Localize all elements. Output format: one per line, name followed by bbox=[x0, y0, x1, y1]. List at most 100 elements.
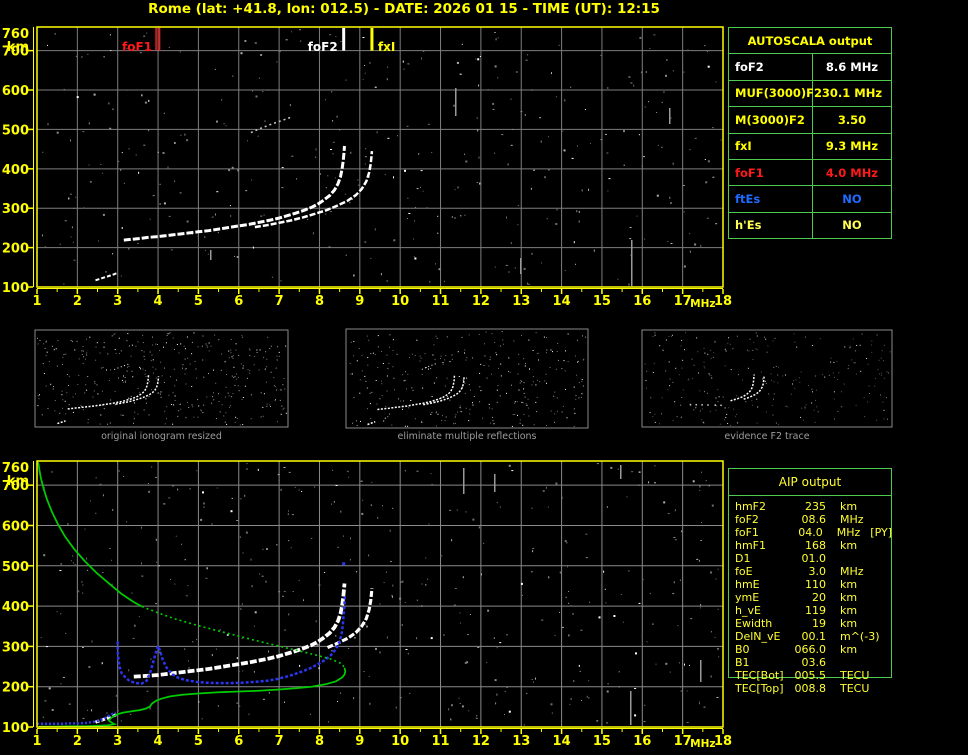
aip-param-name: B1 bbox=[735, 656, 750, 669]
aip-param-name: hmE bbox=[735, 578, 760, 591]
autoscala-param-value: 8.6 MHz bbox=[825, 60, 879, 75]
autoscala-param-label: foF1 bbox=[729, 159, 813, 186]
svg-text:10: 10 bbox=[391, 734, 409, 749]
page-title: Rome (lat: +41.8, lon: 012.5) - DATE: 20… bbox=[148, 1, 660, 17]
thumbnail-caption-original: original ionogram resized bbox=[101, 431, 222, 442]
autoscala-row-ftes: ftEs NO bbox=[729, 186, 891, 213]
thumbnail-original-ionogram bbox=[34, 329, 289, 428]
svg-text:9: 9 bbox=[355, 734, 364, 749]
aip-row-yme: ymE 20 km bbox=[728, 591, 892, 604]
svg-text:12: 12 bbox=[472, 294, 490, 309]
svg-text:100: 100 bbox=[2, 721, 29, 736]
aip-table-rows: hmF2 235 km foF2 08.6 MHz foF1 04.0 MHz [PY] hmF1 1… bbox=[728, 500, 892, 695]
svg-text:6: 6 bbox=[234, 294, 243, 309]
svg-text:300: 300 bbox=[2, 640, 29, 655]
autoscala-param-value: 30.1 MHz bbox=[821, 86, 883, 101]
autoscala-param-label: h'Es bbox=[729, 212, 813, 238]
svg-text:300: 300 bbox=[2, 202, 29, 217]
svg-text:500: 500 bbox=[2, 560, 29, 575]
svg-text:13: 13 bbox=[512, 734, 530, 749]
aip-param-name: B0 bbox=[735, 643, 750, 656]
svg-text:600: 600 bbox=[2, 519, 29, 534]
svg-text:1: 1 bbox=[32, 734, 41, 749]
autoscala-param-value: NO bbox=[842, 218, 862, 233]
svg-text:2: 2 bbox=[73, 294, 82, 309]
autoscala-row-fxi: fxI 9.3 MHz bbox=[729, 133, 891, 160]
svg-text:8: 8 bbox=[315, 294, 324, 309]
autoscala-param-label: M(3000)F2 bbox=[729, 107, 813, 133]
autoscala-output-table: AUTOSCALA output foF2 8.6 MHz MUF(3000)F2 3… bbox=[728, 27, 892, 239]
aip-param-name: foF2 bbox=[735, 513, 759, 526]
aip-param-extra: [PY] bbox=[870, 526, 892, 539]
aip-row-foe: foE 3.0 MHz bbox=[728, 565, 892, 578]
aip-param-name: DelN_vE bbox=[735, 630, 781, 643]
autoscala-param-value: 3.50 bbox=[837, 112, 867, 127]
svg-text:400: 400 bbox=[2, 600, 29, 615]
aip-param-unit: km bbox=[840, 604, 858, 617]
aip-param-value: 005.5 bbox=[794, 669, 827, 682]
aip-param-value: 3.0 bbox=[808, 565, 827, 578]
thumbnail-eliminate-multiples bbox=[345, 328, 589, 429]
autoscala-row-hes: h'Es NO bbox=[729, 212, 891, 238]
aip-param-name: Ewidth bbox=[735, 617, 773, 630]
svg-text:4: 4 bbox=[154, 734, 163, 749]
svg-text:2: 2 bbox=[73, 734, 82, 749]
aip-param-value: 119 bbox=[805, 604, 826, 617]
aip-param-name: h_vE bbox=[735, 604, 761, 617]
aip-param-value: 03.6 bbox=[801, 656, 827, 669]
autoscala-screen: { "header": { "title": "Rome (lat: +41.8… bbox=[0, 0, 968, 755]
aip-row-d1: D1 01.0 bbox=[728, 552, 892, 565]
aip-row-hme: hmE 110 km bbox=[728, 578, 892, 591]
aip-param-name: foF1 bbox=[735, 526, 759, 539]
svg-text:5: 5 bbox=[194, 734, 203, 749]
aip-param-unit: MHz bbox=[840, 565, 864, 578]
svg-text:500: 500 bbox=[2, 123, 29, 138]
svg-text:6: 6 bbox=[234, 734, 243, 749]
svg-text:700: 700 bbox=[2, 479, 29, 494]
aip-row-hve: h_vE 119 km bbox=[728, 604, 892, 617]
aip-param-unit: km bbox=[840, 591, 858, 604]
aip-param-value: 20 bbox=[812, 591, 826, 604]
aip-param-unit: m^(-3) bbox=[840, 630, 880, 643]
aip-param-unit: km bbox=[840, 617, 858, 630]
aip-param-unit: TECU bbox=[840, 669, 870, 682]
svg-text:14: 14 bbox=[553, 734, 571, 749]
autoscala-table-title: AUTOSCALA output bbox=[729, 28, 891, 55]
svg-text:14: 14 bbox=[553, 294, 571, 309]
aip-param-name: TEC[Bot] bbox=[735, 669, 784, 682]
marker-label-fof1: foF1 bbox=[122, 40, 152, 54]
svg-text:15: 15 bbox=[593, 734, 611, 749]
aip-param-name: D1 bbox=[735, 552, 751, 565]
aip-param-value: 19 bbox=[812, 617, 826, 630]
aip-row-tectop: TEC[Top] 008.8 TECU bbox=[728, 682, 892, 695]
autoscala-param-label: ftEs bbox=[729, 186, 813, 212]
y-axis: 760km700600500400300200100 bbox=[2, 27, 33, 296]
svg-text:16: 16 bbox=[633, 734, 651, 749]
trace-outlier-blue bbox=[342, 562, 346, 566]
svg-text:17: 17 bbox=[674, 294, 692, 309]
autoscala-param-value: NO bbox=[842, 191, 862, 206]
marker-label-fof2: foF2 bbox=[308, 40, 338, 54]
aip-param-unit: km bbox=[840, 643, 858, 656]
svg-text:11: 11 bbox=[431, 734, 449, 749]
svg-text:400: 400 bbox=[2, 163, 29, 178]
svg-text:7: 7 bbox=[275, 294, 284, 309]
bottom-profile-plot: 1 2 3 4 5 6 7 8 9 10 11 12 13 14 15 16 17 18MHz760km70060… bbox=[2, 460, 732, 750]
autoscala-param-value: 4.0 MHz bbox=[825, 165, 879, 180]
thumbnail-caption-eliminate: eliminate multiple reflections bbox=[397, 431, 537, 442]
svg-text:3: 3 bbox=[113, 294, 122, 309]
svg-text:9: 9 bbox=[355, 294, 364, 309]
svg-text:100: 100 bbox=[2, 281, 29, 296]
aip-param-value: 168 bbox=[805, 539, 826, 552]
aip-param-name: hmF1 bbox=[735, 539, 767, 552]
autoscala-row-muf3000f2: MUF(3000)F2 30.1 MHz bbox=[729, 80, 891, 108]
svg-text:MHz: MHz bbox=[690, 738, 715, 750]
svg-text:16: 16 bbox=[633, 294, 651, 309]
svg-text:17: 17 bbox=[674, 734, 692, 749]
aip-table-title: AIP output bbox=[729, 469, 891, 496]
aip-row-tecbot: TEC[Bot] 005.5 TECU bbox=[728, 669, 892, 682]
svg-text:4: 4 bbox=[154, 294, 163, 309]
aip-param-value: 066.0 bbox=[794, 643, 827, 656]
aip-row-b0: B0 066.0 km bbox=[728, 643, 892, 656]
svg-text:200: 200 bbox=[2, 681, 29, 696]
